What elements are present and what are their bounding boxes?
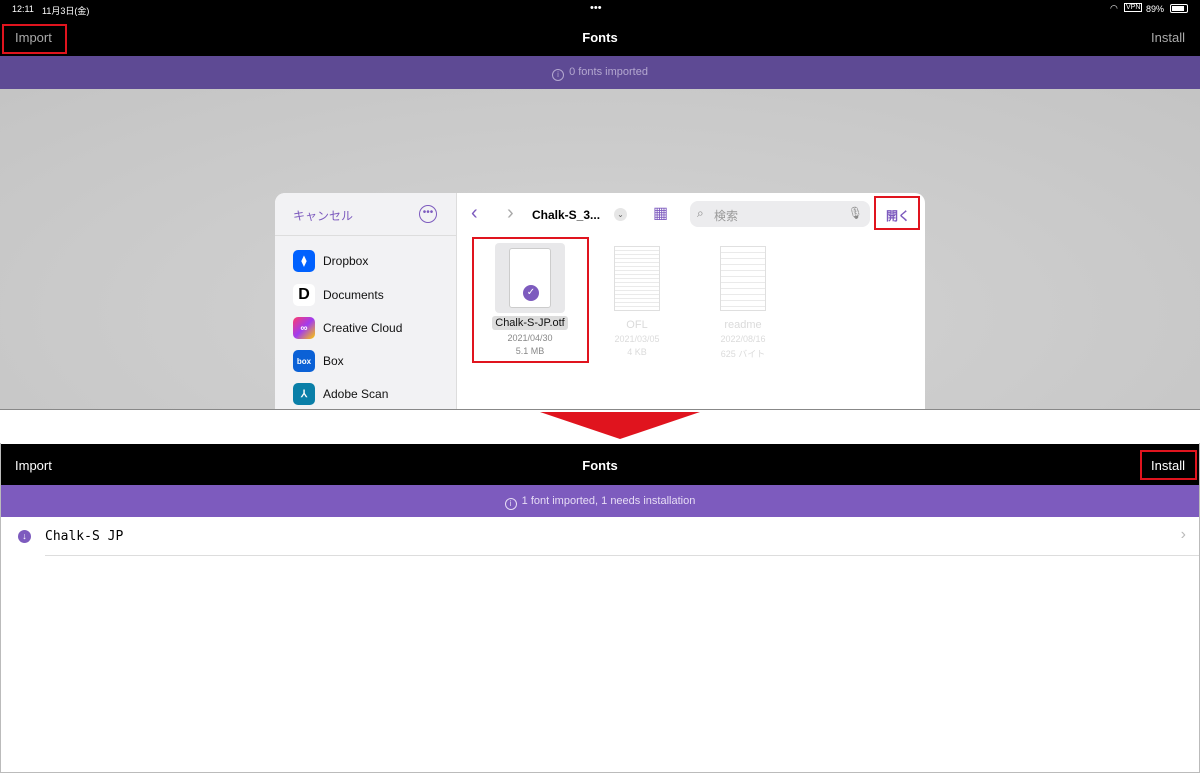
info-icon: i [504,498,517,510]
wifi-icon: ◠ [1110,3,1118,13]
file-thumbnail [720,246,766,311]
sidebar-label: Box [323,354,344,368]
search-icon: ⌕ [697,206,704,220]
file-item-ofl[interactable]: OFL 2021/03/05 4 KB [592,246,682,357]
download-icon: ↓ [18,530,31,543]
top-nav-bar: Import Fonts Install [0,18,1200,56]
file-thumbnail [614,246,660,311]
status-banner: i 1 font imported, 1 needs installation [0,485,1200,517]
nav-title: Fonts [582,30,618,45]
sidebar-label: Dropbox [323,254,369,268]
chevron-right-icon: › [1180,526,1186,543]
file-size: 4 KB [627,347,647,357]
info-icon: i [552,69,565,81]
file-item-readme[interactable]: readme 2022/08/16 625 バイト [698,246,788,360]
font-list-row[interactable]: ↓ Chalk-S JP › [0,517,1200,556]
adobe-scan-icon: ⅄ [293,383,315,405]
install-button[interactable]: Install [1151,30,1185,45]
file-date: 2022/08/16 [720,334,766,344]
highlight-box [1140,450,1197,480]
documents-icon: D [293,284,315,306]
folder-title[interactable]: Chalk-S_3... [532,208,600,222]
battery-percent: 89% [1146,4,1165,14]
highlight-box [874,196,920,230]
sidebar-item-creative-cloud[interactable]: ∞ Creative Cloud [293,317,402,339]
forward-icon[interactable]: › [507,202,514,225]
box-icon: box [293,350,315,372]
more-icon[interactable]: ••• [419,205,437,223]
creative-cloud-icon: ∞ [293,317,315,339]
date: 11月3日(金) [42,6,90,16]
sidebar-item-box[interactable]: box Box [293,350,344,372]
picker-sidebar: キャンセル ••• ⧫ Dropbox D Documents ∞ Creative … [275,193,457,410]
file-name: OFL [626,319,648,331]
status-banner: i 0 fonts imported [0,56,1200,89]
sidebar-item-adobe-scan[interactable]: ⅄ Adobe Scan [293,383,388,405]
file-size: 625 バイト [720,349,766,359]
multitask-dots[interactable]: ••• [590,2,602,14]
microphone-icon[interactable]: 🎙 [848,206,863,220]
sidebar-item-documents[interactable]: D Documents [293,284,384,306]
vpn-badge: VPN [1124,3,1143,12]
nav-title: Fonts [582,458,618,473]
banner-text: 1 font imported, 1 needs installation [521,495,696,507]
arrow-down-icon [540,412,700,439]
highlight-box [472,237,589,363]
file-name: readme [724,319,762,331]
sidebar-label: Adobe Scan [323,387,389,401]
sidebar-label: Documents [323,288,384,302]
file-date: 2021/03/05 [614,334,660,344]
time: 12:11 [12,4,34,14]
back-icon[interactable]: ‹ [471,202,478,225]
grid-view-icon[interactable]: ▦ [653,206,668,222]
highlight-box [2,24,67,54]
search-input[interactable]: ⌕ 検索 🎙 [690,201,870,227]
dropbox-icon: ⧫ [293,250,315,272]
status-bar: 12:11 11月3日(金) ••• ◠ VPN 89% [0,0,1200,18]
cancel-button[interactable]: キャンセル [293,207,353,224]
battery-icon [1170,4,1188,13]
chevron-down-icon[interactable]: ⌄ [614,208,627,221]
bottom-nav-bar: Import Fonts Install [0,444,1200,485]
search-placeholder: 検索 [714,209,739,223]
document-picker: キャンセル ••• ⧫ Dropbox D Documents ∞ Creative … [275,193,925,410]
banner-text: 0 fonts imported [569,66,648,78]
font-name: Chalk-S JP [45,529,124,544]
sidebar-item-dropbox[interactable]: ⧫ Dropbox [293,250,368,272]
sidebar-label: Creative Cloud [323,321,403,335]
